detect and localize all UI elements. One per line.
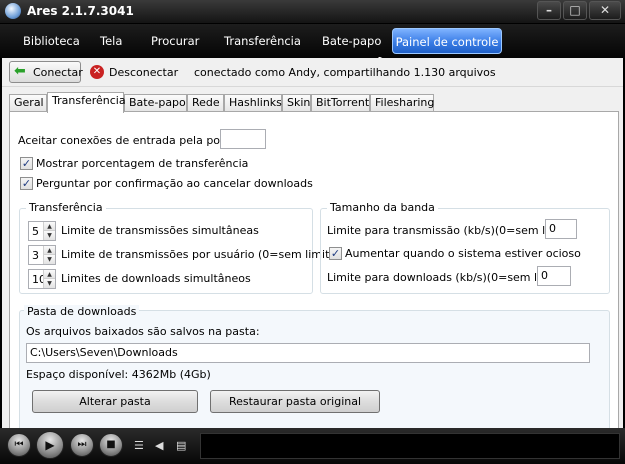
transfer-settings-panel: Aceitar conexões de entrada pela porta: …: [9, 111, 619, 440]
connection-bar: ⬅ Conectar ✕ Desconectar conectado como …: [2, 58, 623, 87]
upload-limit-input[interactable]: 0: [545, 219, 577, 239]
connection-status: conectado como Andy, compartilhando 1.13…: [194, 66, 496, 79]
restore-folder-button[interactable]: Restaurar pasta original: [210, 390, 380, 413]
playlist-icon[interactable]: ☰: [134, 439, 144, 452]
ares-logo-icon: [5, 3, 21, 19]
stepper-up-icon[interactable]: ▲: [44, 222, 55, 231]
port-input[interactable]: [220, 129, 266, 149]
title-bar: Ares 2.1.7.3041 – □ ✕: [0, 0, 625, 24]
minimize-button[interactable]: –: [537, 1, 561, 20]
close-button[interactable]: ✕: [589, 1, 621, 20]
confirm-cancel-label: Perguntar por confirmação ao cancelar do…: [36, 177, 313, 190]
tab-transferencia[interactable]: Transferência: [47, 92, 126, 113]
tab-hashlinks[interactable]: Hashlinks: [224, 94, 282, 112]
uploads-per-user-stepper[interactable]: 3 ▲ ▼: [28, 245, 56, 265]
uploads-per-user-label: Limite de transmissões por usuário (0=se…: [61, 248, 341, 261]
volume-icon[interactable]: ◀: [155, 439, 163, 452]
simultaneous-downloads-stepper[interactable]: 10 ▲ ▼: [28, 269, 56, 289]
confirm-cancel-checkbox[interactable]: ✓: [20, 177, 33, 190]
download-limit-input[interactable]: 0: [537, 266, 571, 286]
show-percentage-checkbox[interactable]: ✓: [20, 157, 33, 170]
main-nav: Biblioteca Tela Procurar Transferência B…: [0, 24, 625, 75]
auto-increase-checkbox[interactable]: ✓: [329, 247, 342, 260]
stop-icon[interactable]: ■: [99, 433, 123, 457]
nav-tab-transferencia[interactable]: Transferência: [224, 28, 301, 54]
simultaneous-uploads-stepper[interactable]: 5 ▲ ▼: [28, 221, 56, 241]
disconnect-button[interactable]: ✕ Desconectar: [88, 61, 180, 83]
simultaneous-uploads-value: 5: [32, 225, 39, 238]
play-icon[interactable]: ▶: [36, 431, 64, 459]
disconnect-label: Desconectar: [109, 66, 179, 79]
download-folder-description: Os arquivos baixados são salvos na pasta…: [26, 325, 260, 338]
player-bar: ⏮ ▶ ⏭ ■ ☰ ◀ ▤: [0, 428, 625, 464]
transfer-group-title: Transferência: [26, 201, 106, 214]
transfer-group: Transferência 5 ▲ ▼ Limite de transmissõe…: [19, 201, 340, 294]
previous-track-icon[interactable]: ⏮: [7, 433, 31, 457]
stepper-down-icon[interactable]: ▼: [44, 279, 55, 288]
green-arrow-left-icon: ⬅: [14, 63, 26, 79]
tab-filesharing[interactable]: Filesharing: [370, 94, 434, 112]
change-folder-button[interactable]: Alterar pasta: [32, 390, 198, 413]
info-icon[interactable]: ▤: [176, 439, 186, 452]
nav-tab-biblioteca[interactable]: Biblioteca: [23, 28, 80, 54]
upload-limit-label: Limite para transmissão (kb/s)(0=sem lim…: [327, 224, 578, 237]
settings-tabs: Geral Transferência Bate-papo Rede Hashl…: [2, 92, 623, 113]
simultaneous-downloads-label: Limites de downloads simultâneos: [61, 272, 251, 285]
tab-geral[interactable]: Geral: [9, 94, 47, 112]
download-limit-label: Limite para downloads (kb/s)(0=sem limit…: [327, 271, 570, 284]
download-folder-title: Pasta de downloads: [24, 305, 140, 318]
simultaneous-uploads-label: Limite de transmissões simultâneas: [61, 224, 259, 237]
red-x-icon: ✕: [90, 65, 104, 79]
bandwidth-group-title: Tamanho da banda: [327, 201, 438, 214]
uploads-per-user-value: 3: [32, 249, 39, 262]
tab-bittorrent[interactable]: BitTorrent: [311, 94, 370, 112]
nav-tab-bate-papo[interactable]: Bate-papo: [322, 28, 381, 54]
stepper-down-icon[interactable]: ▼: [44, 255, 55, 264]
port-label: Aceitar conexões de entrada pela porta:: [18, 134, 240, 147]
bandwidth-group: Tamanho da banda Limite para transmissão…: [320, 201, 610, 294]
player-display: [200, 433, 620, 459]
nav-tab-tela[interactable]: Tela: [100, 28, 122, 54]
stepper-up-icon[interactable]: ▲: [44, 270, 55, 279]
nav-tab-procurar[interactable]: Procurar: [151, 28, 199, 54]
connect-label: Conectar: [33, 66, 83, 79]
tab-skin[interactable]: Skin: [282, 94, 311, 112]
stepper-down-icon[interactable]: ▼: [44, 231, 55, 240]
show-percentage-label: Mostrar porcentagem de transferência: [36, 157, 249, 170]
free-space-label: Espaço disponível: 4362Mb (4Gb): [26, 368, 211, 381]
tab-rede[interactable]: Rede: [187, 94, 224, 112]
download-folder-group: Pasta de downloads Os arquivos baixados …: [19, 305, 610, 440]
next-track-icon[interactable]: ⏭: [70, 433, 94, 457]
auto-increase-label: Aumentar quando o sistema estiver ocioso: [345, 247, 581, 260]
maximize-button[interactable]: □: [563, 1, 587, 20]
tab-bate-papo[interactable]: Bate-papo: [124, 94, 187, 112]
nav-tab-painel-de-controle[interactable]: Painel de controle: [392, 28, 502, 54]
connect-button[interactable]: ⬅ Conectar: [9, 61, 83, 83]
window-title: Ares 2.1.7.3041: [27, 4, 134, 18]
download-folder-path-input[interactable]: C:\Users\Seven\Downloads: [26, 343, 590, 363]
control-panel-content: ⬅ Conectar ✕ Desconectar conectado como …: [2, 58, 623, 440]
stepper-up-icon[interactable]: ▲: [44, 246, 55, 255]
